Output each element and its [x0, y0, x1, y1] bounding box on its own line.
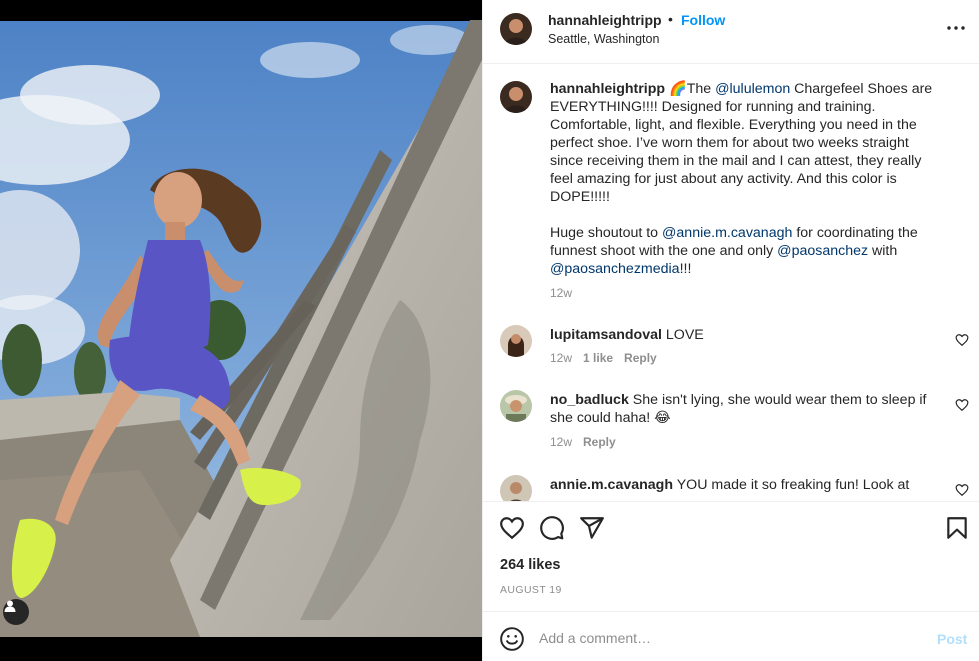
commenter-username[interactable]: annie.m.cavanagh: [550, 477, 673, 493]
comment-like-heart-icon[interactable]: [955, 483, 969, 497]
comment-meta: 12w 1 like Reply: [550, 351, 657, 365]
caption-text: The: [686, 81, 716, 97]
photo-running-woman: [0, 0, 482, 661]
rainbow-emoji: 🌈: [669, 81, 687, 97]
tagged-user-icon[interactable]: [3, 599, 29, 625]
commenter-avatar[interactable]: [500, 325, 532, 357]
mention-link[interactable]: @paosanchezmedia: [550, 261, 680, 277]
comment-meta: 12w Reply: [550, 435, 616, 449]
post-panel: hannahleightripp • Follow Seattle, Washi…: [482, 0, 979, 661]
caption-text: !!!: [679, 261, 692, 277]
comment-body: LOVE: [665, 327, 704, 343]
separator-dot: •: [668, 11, 673, 27]
post-comment-button[interactable]: Post: [937, 631, 967, 647]
like-heart-icon[interactable]: [499, 515, 525, 541]
commenter-username[interactable]: lupitamsandoval: [550, 327, 662, 343]
add-comment-bar: Post: [483, 611, 979, 661]
comment-text: annie.m.cavanagh YOU made it so freaking…: [550, 476, 945, 494]
post-header: hannahleightripp • Follow Seattle, Washi…: [483, 0, 979, 64]
comment-icon[interactable]: [539, 515, 565, 541]
mention-link[interactable]: @paosanchez: [777, 243, 868, 259]
comment-timestamp[interactable]: 12w: [550, 351, 572, 365]
author-username[interactable]: hannahleightripp: [548, 12, 662, 28]
caption-author-avatar[interactable]: [500, 81, 532, 113]
mention-link[interactable]: @annie.m.cavanagh: [662, 225, 792, 241]
caption-text: Chargefeel Shoes are EVERYTHING!!!! Desi…: [550, 81, 933, 205]
commenter-username[interactable]: no_badluck: [550, 392, 629, 408]
comment-like-heart-icon[interactable]: [955, 333, 969, 347]
caption-text: Huge shoutout to: [550, 225, 663, 241]
comment-like-heart-icon[interactable]: [955, 398, 969, 412]
comment-timestamp[interactable]: 12w: [550, 435, 572, 449]
reply-button[interactable]: Reply: [624, 351, 657, 365]
caption-timestamp[interactable]: 12w: [550, 286, 572, 300]
follow-button[interactable]: Follow: [681, 12, 725, 28]
comment-text: lupitamsandoval LOVE: [550, 326, 945, 344]
post-actions: 264 likes AUGUST 19: [483, 501, 979, 611]
comment-body: YOU made it so freaking fun! Look at: [676, 477, 910, 493]
post-caption: hannahleightripp 🌈The @lululemon Chargef…: [550, 80, 945, 278]
mention-link[interactable]: @lululemon: [715, 81, 790, 97]
like-count[interactable]: 264 likes: [500, 557, 560, 573]
post-date: AUGUST 19: [500, 584, 562, 596]
comment-like-count[interactable]: 1 like: [583, 351, 613, 365]
caption-text: with: [868, 243, 898, 259]
post-photo[interactable]: [0, 0, 482, 661]
comments-list[interactable]: hannahleightripp 🌈The @lululemon Chargef…: [483, 65, 979, 501]
commenter-avatar[interactable]: [500, 390, 532, 422]
post-location[interactable]: Seattle, Washington: [548, 32, 659, 46]
author-avatar[interactable]: [500, 13, 532, 45]
comment-text: no_badluck She isn't lying, she would we…: [550, 391, 945, 427]
smiley-icon[interactable]: [499, 626, 525, 652]
bookmark-icon[interactable]: [944, 515, 970, 541]
paper-plane-icon[interactable]: [579, 515, 605, 541]
more-options-icon[interactable]: [944, 16, 968, 40]
caption-username[interactable]: hannahleightripp: [550, 81, 665, 97]
reply-button[interactable]: Reply: [583, 435, 616, 449]
comment-input[interactable]: [539, 626, 919, 650]
commenter-avatar[interactable]: [500, 475, 532, 501]
